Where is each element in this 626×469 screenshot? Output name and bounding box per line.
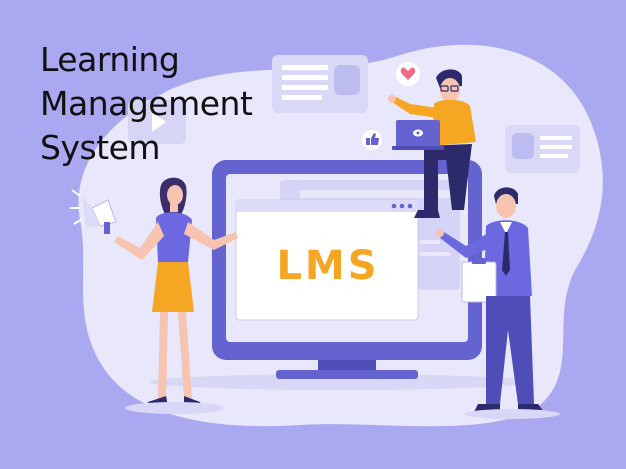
window-dot-2 (399, 203, 405, 209)
lms-illustration: LMS Learning Management System (0, 0, 626, 469)
title-line-3: System (40, 128, 161, 167)
clipboard-icon (461, 258, 497, 303)
page-title: Learning Management System (40, 38, 253, 170)
window-dot-3 (407, 203, 413, 209)
title-line-1: Learning (40, 40, 180, 79)
laptop-icon (392, 120, 444, 150)
info-card-top (272, 55, 368, 113)
thumbs-up-icon (362, 130, 382, 150)
title-line-2: Management (40, 84, 253, 123)
window-dot-1 (391, 203, 397, 209)
heart-icon (396, 62, 420, 86)
info-card-right (505, 125, 580, 173)
lms-label: LMS (276, 243, 379, 289)
